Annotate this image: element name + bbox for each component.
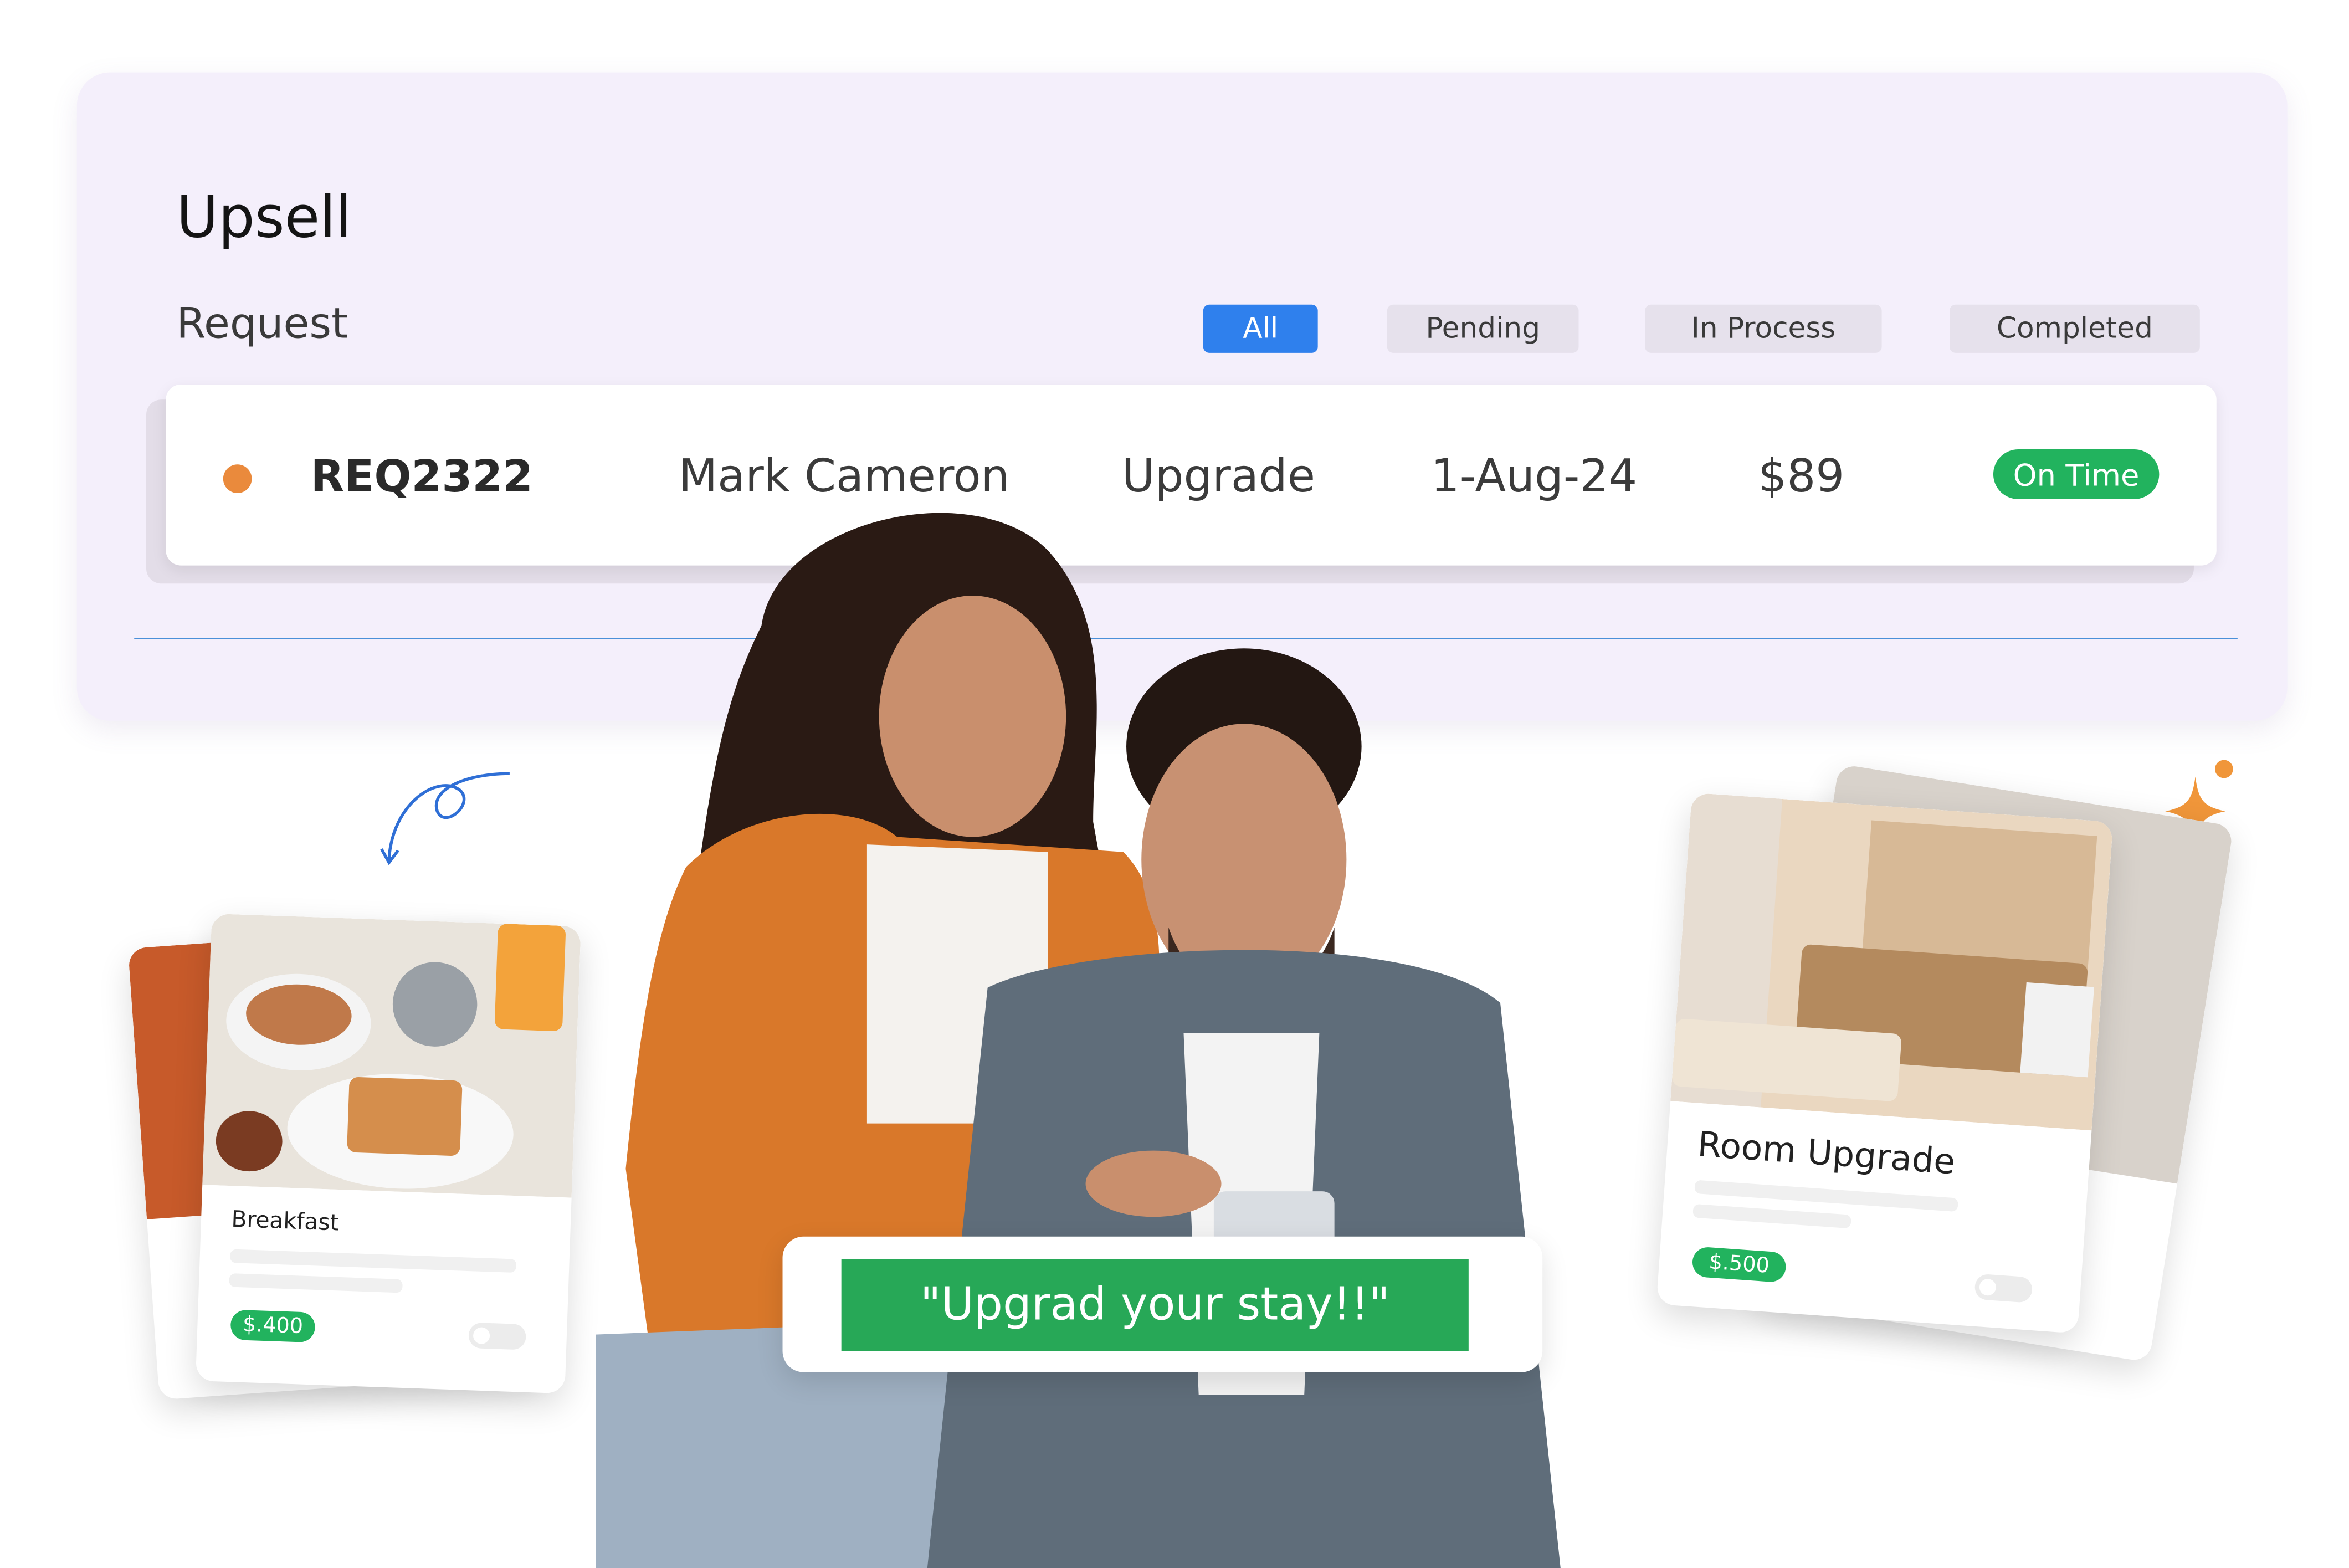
- placeholder-line: [229, 1273, 403, 1293]
- status-badge: On Time: [1993, 449, 2160, 499]
- woman-hand: [1085, 1150, 1222, 1217]
- banner-card: "Upgrad your stay!!": [782, 1236, 1543, 1372]
- filter-pending-button[interactable]: Pending: [1387, 304, 1579, 353]
- breakfast-toggle[interactable]: [468, 1322, 527, 1350]
- placeholder-line: [1692, 1203, 1851, 1229]
- couple-photo: [596, 513, 1561, 1568]
- page-title: Upsell: [176, 184, 352, 250]
- room-card-stack: Room Upgrade $.500: [1651, 761, 2234, 1380]
- status-dot: [223, 464, 252, 493]
- room-upgrade-card[interactable]: Room Upgrade $.500: [1656, 792, 2114, 1334]
- filter-completed-button[interactable]: Completed: [1950, 304, 2200, 353]
- filter-in-process-button[interactable]: In Process: [1645, 304, 1882, 353]
- card-label: Breakfast: [230, 1205, 340, 1237]
- breakfast-card-stack: Breakfast $.400: [127, 905, 596, 1417]
- card-label: Room Upgrade: [1696, 1125, 1957, 1183]
- filter-all-button[interactable]: All: [1203, 304, 1318, 353]
- room-upgrade-toggle[interactable]: [1974, 1273, 2033, 1303]
- room-image: [1670, 792, 2114, 1131]
- section-subtitle: Request: [176, 298, 348, 349]
- request-amount: $89: [1758, 450, 1845, 504]
- upgrade-banner: "Upgrad your stay!!": [841, 1259, 1469, 1351]
- price-badge: $.400: [230, 1309, 316, 1343]
- curl-arrow-icon: [380, 772, 510, 865]
- woman-face: [879, 596, 1066, 837]
- breakfast-card[interactable]: Breakfast $.400: [195, 913, 581, 1394]
- breakfast-image: [202, 913, 581, 1198]
- placeholder-line: [229, 1249, 517, 1273]
- price-badge: $.500: [1691, 1246, 1787, 1283]
- request-id: REQ2322: [310, 450, 534, 503]
